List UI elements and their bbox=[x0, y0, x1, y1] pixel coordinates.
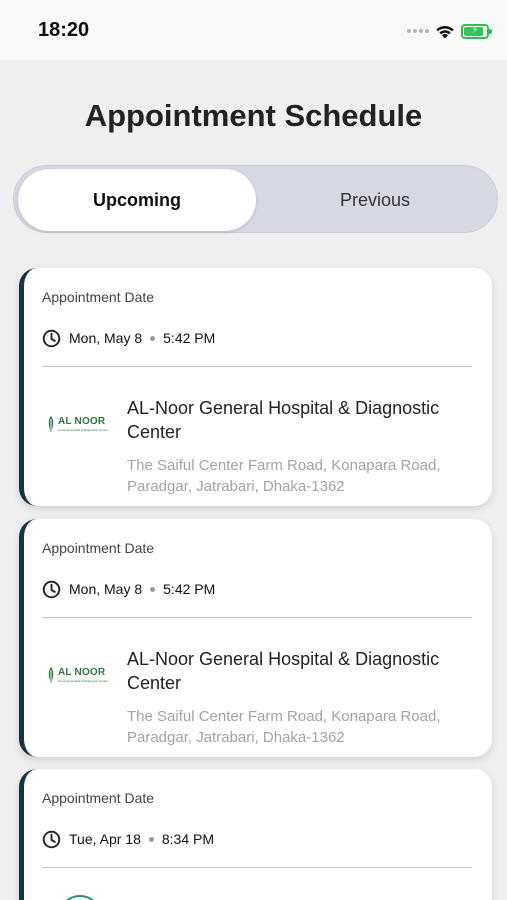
hospital-logo: AL NOOR General Hospital & Diagnostic Ce… bbox=[46, 664, 112, 686]
hospital-logo: AL NOOR General Hospital & Diagnostic Ce… bbox=[46, 413, 112, 435]
status-bar: 18:20 ⚡ bbox=[0, 0, 507, 60]
appointment-time: 5:42 PM bbox=[163, 330, 216, 346]
appointment-datetime: Tue, Apr 18 8:34 PM bbox=[42, 829, 214, 849]
hospital-name: AL-Noor General Hospital & Diagnostic Ce… bbox=[127, 398, 440, 442]
wifi-icon bbox=[436, 25, 454, 38]
hospital-name: AL-Noor General Hospital & Diagnostic Ce… bbox=[127, 649, 440, 693]
tab-previous[interactable]: Previous bbox=[256, 169, 494, 231]
hospital-address: The Saiful Center Farm Road, Konapara Ro… bbox=[127, 457, 441, 495]
separator-dot bbox=[150, 335, 156, 341]
appointment-tabs: Upcoming Previous bbox=[13, 165, 498, 233]
appointment-date-label: Appointment Date bbox=[42, 790, 155, 806]
al-noor-logo-icon bbox=[48, 416, 54, 432]
appointment-date: Mon, May 8 bbox=[69, 581, 143, 597]
appointment-datetime: Mon, May 8 5:42 PM bbox=[42, 328, 215, 348]
battery-icon: ⚡ bbox=[461, 23, 492, 39]
appointment-date: Tue, Apr 18 bbox=[69, 831, 141, 847]
hospital-address: The Saiful Center Farm Road, Konapara Ro… bbox=[127, 708, 441, 746]
logo-tagline: General Hospital & Diagnostic Center bbox=[58, 678, 108, 683]
appointment-card[interactable]: Appointment Date Mon, May 8 5:42 PM AL N… bbox=[19, 519, 492, 757]
card-divider bbox=[42, 867, 472, 868]
al-noor-logo-icon bbox=[48, 667, 54, 683]
clock-icon bbox=[42, 329, 61, 347]
appointment-time: 5:42 PM bbox=[163, 581, 216, 597]
separator-dot bbox=[148, 836, 154, 842]
tab-upcoming[interactable]: Upcoming bbox=[18, 169, 256, 231]
appointment-date-label: Appointment Date bbox=[42, 289, 155, 305]
logo-name: AL NOOR bbox=[58, 666, 106, 678]
appointment-card[interactable]: Appointment Date Mon, May 8 5:42 PM AL N… bbox=[19, 268, 492, 506]
clock-icon bbox=[42, 580, 61, 598]
clock-icon bbox=[42, 830, 61, 848]
appointment-date: Mon, May 8 bbox=[69, 330, 143, 346]
appointment-time: 8:34 PM bbox=[161, 831, 214, 847]
separator-dot bbox=[150, 586, 156, 592]
logo-name: AL NOOR bbox=[58, 415, 106, 427]
logo-tagline: General Hospital & Diagnostic Center bbox=[58, 427, 108, 432]
status-time: 18:20 bbox=[38, 19, 90, 41]
appointment-datetime: Mon, May 8 5:42 PM bbox=[42, 579, 215, 599]
appointment-card[interactable]: Appointment Date Tue, Apr 18 8:34 PM bbox=[19, 769, 492, 900]
page-title: Appointment Schedule bbox=[84, 98, 423, 133]
hospital-logo bbox=[58, 895, 102, 900]
card-divider bbox=[42, 617, 472, 618]
cellular-signal-icon bbox=[407, 29, 429, 33]
card-divider bbox=[42, 366, 472, 367]
appointment-date-label: Appointment Date bbox=[42, 540, 155, 556]
status-icons: ⚡ bbox=[407, 20, 492, 42]
